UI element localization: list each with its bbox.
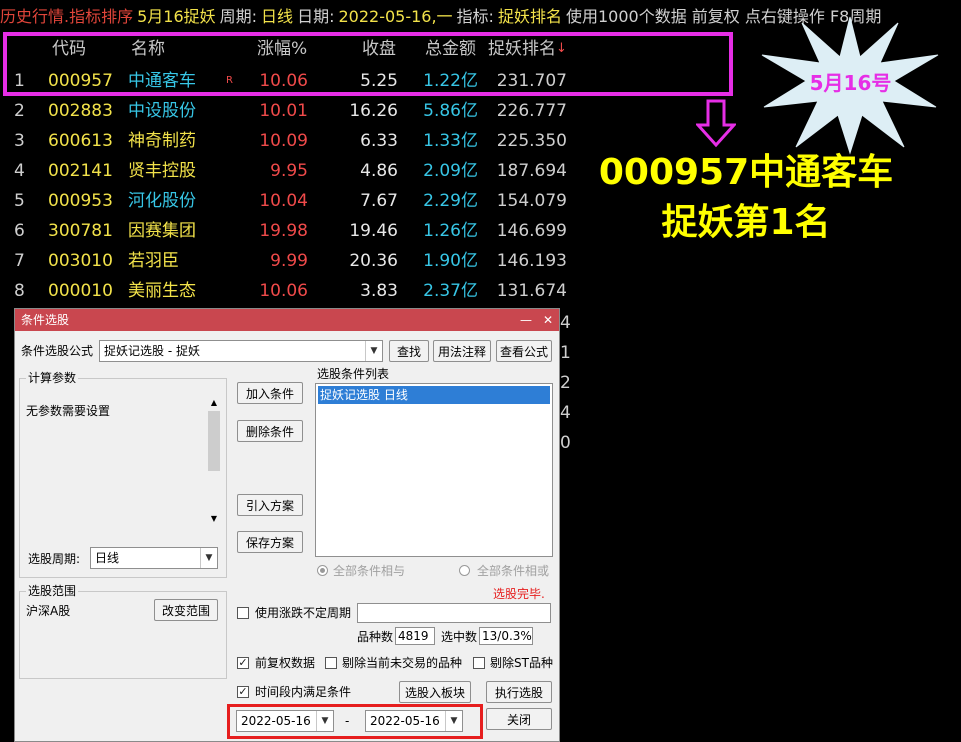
period-label: 选股周期:	[28, 552, 81, 566]
topbar-segment: 历史行情.指标排序	[0, 7, 134, 26]
condition-select-dialog: 条件选股 — ✕ 条件选股公式 捉妖记选股 - 捉妖 ▼ 查找 用法注释 查看公…	[14, 308, 560, 742]
topbar-segment: 指标:	[456, 7, 494, 26]
row-rank: 146.193	[496, 251, 567, 271]
uncertain-period-input[interactable]	[357, 603, 551, 623]
row-rank: 154.079	[496, 191, 567, 211]
params-group: 计算参数 无参数需要设置 ▲ ▼ 选股周期: 日线 ▼	[19, 371, 227, 578]
st-checkbox[interactable]	[473, 657, 485, 669]
date-dash: -	[345, 714, 350, 728]
range-value: 沪深A股	[26, 604, 71, 618]
cond-list-label: 选股条件列表	[317, 367, 390, 381]
table-row[interactable]: 6 300781 因赛集团 19.98 19.46 1.26亿 146.699	[0, 216, 600, 246]
uncertain-period-checkbox[interactable]	[237, 607, 249, 619]
fq-label: 前复权数据	[255, 656, 316, 670]
find-button[interactable]: 查找	[389, 340, 429, 362]
change-range-button[interactable]: 改变范围	[154, 599, 218, 621]
count-value: 4819	[395, 627, 435, 645]
burst-text: 5月16号	[809, 71, 892, 95]
row-rank: 187.694	[496, 161, 567, 181]
topbar-segment: 日期:	[297, 7, 335, 26]
table-row[interactable]: 4 002141 贤丰控股 9.95 4.86 2.09亿 187.694	[0, 156, 600, 186]
save-plan-button[interactable]: 保存方案	[237, 531, 303, 553]
count-label: 品种数	[357, 630, 394, 644]
selected-label: 选中数	[441, 630, 478, 644]
radio-or-label: 全部条件相或	[477, 564, 550, 578]
minimize-button[interactable]: —	[515, 309, 537, 331]
down-arrow-icon	[696, 99, 736, 148]
dialog-titlebar[interactable]: 条件选股 — ✕	[15, 309, 559, 331]
formula-select[interactable]: 捉妖记选股 - 捉妖 ▼	[99, 340, 383, 362]
topbar-segment: 日线	[261, 7, 294, 26]
rank-tail: 4	[560, 403, 571, 423]
close-window-button[interactable]: ✕	[537, 309, 559, 331]
scroll-thumb[interactable]	[208, 411, 220, 471]
chevron-down-icon: ▼	[200, 548, 217, 568]
table-row[interactable]: 5 000953 河化股份 10.04 7.67 2.29亿 154.079	[0, 186, 600, 216]
rank-tail: 2	[560, 373, 571, 393]
row-rank: 226.777	[496, 101, 567, 121]
period-select[interactable]: 日线 ▼	[90, 547, 218, 569]
rank-tail: 4	[560, 313, 571, 333]
table-row[interactable]: 3 600613 神奇制药 10.09 6.33 1.33亿 225.350	[0, 126, 600, 156]
formula-label: 条件选股公式	[21, 344, 94, 358]
radio-or[interactable]	[459, 565, 470, 576]
date-to-picker[interactable]: 2022-05-16 ▼	[365, 710, 463, 732]
rank-tail: 0	[560, 433, 571, 453]
condition-list-item[interactable]: 捉妖记选股 日线	[318, 386, 550, 404]
callout-text: 000957中通客车 捉妖第1名	[560, 148, 932, 248]
condition-list[interactable]: 捉妖记选股 日线	[315, 383, 553, 557]
untraded-checkbox[interactable]	[325, 657, 337, 669]
topbar-segment: 周期:	[219, 7, 258, 26]
uncertain-period-label: 使用涨跌不定周期	[255, 606, 352, 620]
selected-value: 13/0.3%	[479, 627, 533, 645]
table-row[interactable]: 7 003010 若羽臣 9.99 20.36 1.90亿 146.193	[0, 246, 600, 276]
radio-and[interactable]	[317, 565, 328, 576]
period-cond-label: 时间段内满足条件	[255, 685, 352, 699]
st-label: 剔除ST品种	[490, 656, 553, 670]
view-formula-button[interactable]: 查看公式	[496, 340, 552, 362]
date-from-value: 2022-05-16	[241, 714, 311, 728]
range-group-label: 选股范围	[26, 584, 79, 598]
table-row[interactable]: 2 002883 中设股份 10.01 16.26 5.86亿 226.777	[0, 96, 600, 126]
row-rank: 131.674	[496, 281, 567, 301]
topbar-segment: 2022-05-16,一	[338, 7, 453, 26]
params-text: 无参数需要设置	[26, 404, 111, 418]
add-condition-button[interactable]: 加入条件	[237, 382, 303, 404]
radio-and-label: 全部条件相与	[333, 564, 406, 578]
import-plan-button[interactable]: 引入方案	[237, 494, 303, 516]
row-rank: 225.350	[496, 131, 567, 151]
highlight-box	[3, 32, 733, 96]
status-text: 选股完毕.	[493, 587, 545, 601]
usage-button[interactable]: 用法注释	[433, 340, 491, 362]
callout-line2: 捉妖第1名	[661, 202, 831, 243]
close-button[interactable]: 关闭	[486, 708, 552, 730]
formula-value: 捉妖记选股 - 捉妖	[104, 344, 200, 358]
date-to-value: 2022-05-16	[370, 714, 440, 728]
rank-tail: 1	[560, 343, 571, 363]
topbar-segment: 捉妖排名	[497, 7, 562, 26]
scroll-down-icon[interactable]: ▼	[206, 513, 222, 525]
date-from-picker[interactable]: 2022-05-16 ▼	[236, 710, 334, 732]
row-rank: 146.699	[496, 221, 567, 241]
chevron-down-icon: ▼	[445, 711, 462, 731]
untraded-label: 剔除当前未交易的品种	[342, 656, 463, 670]
to-block-button[interactable]: 选股入板块	[399, 681, 471, 703]
period-value: 日线	[95, 551, 120, 565]
date-burst-badge: 5月16号	[758, 15, 943, 155]
params-group-label: 计算参数	[26, 371, 79, 385]
fq-checkbox[interactable]: ✓	[237, 657, 249, 669]
dialog-title: 条件选股	[21, 313, 70, 327]
run-select-button[interactable]: 执行选股	[486, 681, 552, 703]
scroll-up-icon[interactable]: ▲	[206, 397, 222, 409]
chevron-down-icon: ▼	[365, 341, 382, 361]
table-row[interactable]: 8 000010 美丽生态 10.06 3.83 2.37亿 131.674	[0, 276, 600, 306]
callout-line1: 000957中通客车	[598, 152, 894, 193]
range-group: 选股范围 沪深A股 改变范围	[19, 584, 227, 679]
period-cond-checkbox[interactable]: ✓	[237, 686, 249, 698]
params-scrollbar[interactable]: ▲ ▼	[206, 397, 222, 525]
chevron-down-icon: ▼	[316, 711, 333, 731]
topbar-segment: 5月16捉妖	[137, 7, 216, 26]
delete-condition-button[interactable]: 删除条件	[237, 420, 303, 442]
